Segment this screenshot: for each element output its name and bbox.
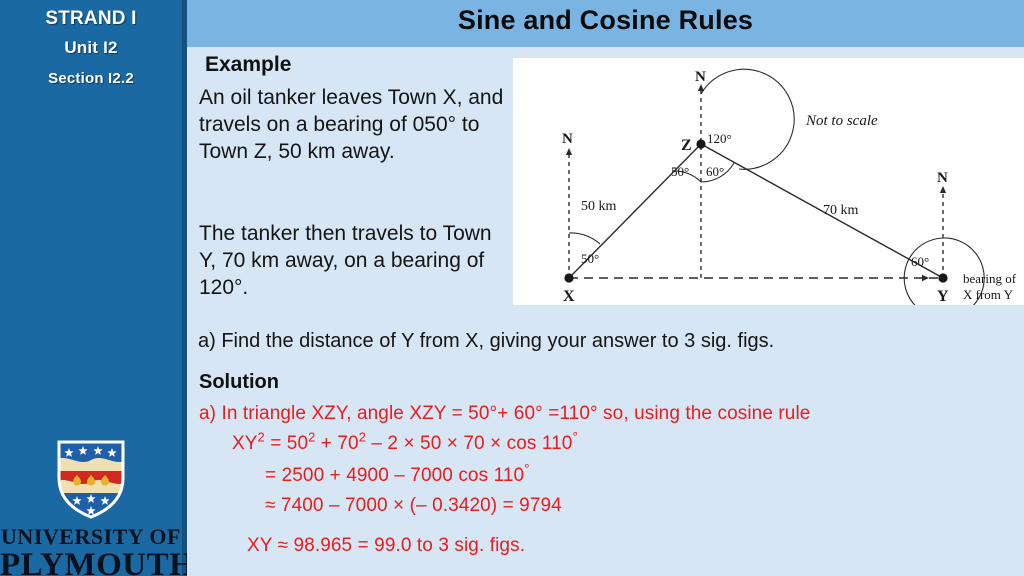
vertex-label-y: Y <box>937 288 949 305</box>
solution-line-1: a) In triangle XZY, angle XZY = 50°+ 60°… <box>199 403 811 424</box>
vertex-label-x: X <box>563 288 575 305</box>
plymouth-shield-icon <box>55 438 127 520</box>
side-label-zy: 70 km <box>823 203 859 218</box>
solution-heading: Solution <box>199 371 279 393</box>
vertex-dot-y <box>938 273 948 283</box>
bearings-diagram: X Y Z N N N 50° 50° 60° 120° 60° 50 km 7… <box>513 58 1024 305</box>
solution-line-2-a: XY <box>232 433 258 454</box>
angle-label-z-left: 50° <box>671 164 689 179</box>
north-label-x: N <box>562 131 573 147</box>
angle-label-z-reflex: 120° <box>707 131 732 146</box>
logo-text-plymouth: PLYMOUTH <box>0 547 196 576</box>
page-title: Sine and Cosine Rules <box>457 5 754 35</box>
north-label-y: N <box>937 170 948 186</box>
solution-line-2-d: – 2 × 50 × 70 × cos 110 <box>365 433 573 454</box>
solution-line-4: ≈ 7400 – 7000 × (– 0.3420) = 9794 <box>265 495 562 516</box>
vertex-dots <box>564 139 948 283</box>
side-label-xz: 50 km <box>581 199 617 214</box>
question-part-a: a) Find the distance of Y from X, giving… <box>198 330 775 352</box>
sidebar-unit-label: Unit I2 <box>64 38 118 57</box>
university-logo: UNIVERSITY OF PLYMOUTH <box>0 438 196 576</box>
angle-label-at-x: 50° <box>581 251 599 266</box>
solution-line-3: = 2500 + 4900 – 7000 cos 110° <box>265 461 530 487</box>
slide-root: STRAND I Unit I2 Section I2.2 UNIVERSITY… <box>0 0 1024 576</box>
north-label-z: N <box>695 69 706 85</box>
bearing-label-line-1: bearing of <box>963 271 1017 286</box>
sidebar-section-label: Section I2.2 <box>48 70 134 87</box>
bearings-diagram-svg: X Y Z N N N 50° 50° 60° 120° 60° 50 km 7… <box>562 68 1017 305</box>
angle-arc-at-x <box>568 232 601 245</box>
solution-line-2-c: + 70 <box>315 433 359 454</box>
bearing-label-line-2: X from Y <box>963 287 1014 302</box>
example-paragraph-1: An oil tanker leaves Town X, and travels… <box>199 86 504 164</box>
solution-line-2: XY2 = 502 + 702 – 2 × 50 × 70 × cos 110° <box>232 429 579 455</box>
example-heading: Example <box>205 53 292 76</box>
north-arrowheads <box>565 84 947 193</box>
logo-text-university: UNIVERSITY OF <box>1 524 181 549</box>
not-to-scale-caption: Not to scale <box>805 113 878 129</box>
sidebar-strand-label: STRAND I <box>45 8 137 29</box>
solution-line-2-b: = 50 <box>264 433 309 454</box>
side-zy-line <box>700 143 944 279</box>
vertex-dot-z <box>696 139 706 149</box>
solution-line-2-sup-c: 2 <box>358 429 366 445</box>
solution-line-3-degree: ° <box>524 461 530 477</box>
angle-label-at-y: 60° <box>911 254 929 269</box>
vertex-dot-x <box>564 273 574 283</box>
solution-line-2-sup-a: 2 <box>257 429 265 445</box>
solution-line-5: XY ≈ 98.965 = 99.0 to 3 sig. figs. <box>247 535 526 556</box>
angle-label-z-right: 60° <box>706 164 724 179</box>
example-paragraph-2: The tanker then travels to Town Y, 70 km… <box>199 222 492 300</box>
baseline-arrowhead <box>922 274 929 282</box>
angle-arc-z-reflex <box>700 68 795 170</box>
solution-line-2-degree: ° <box>572 429 579 445</box>
vertex-label-z: Z <box>681 137 692 154</box>
solution-line-3-a: = 2500 + 4900 – 7000 cos 110 <box>265 465 525 486</box>
